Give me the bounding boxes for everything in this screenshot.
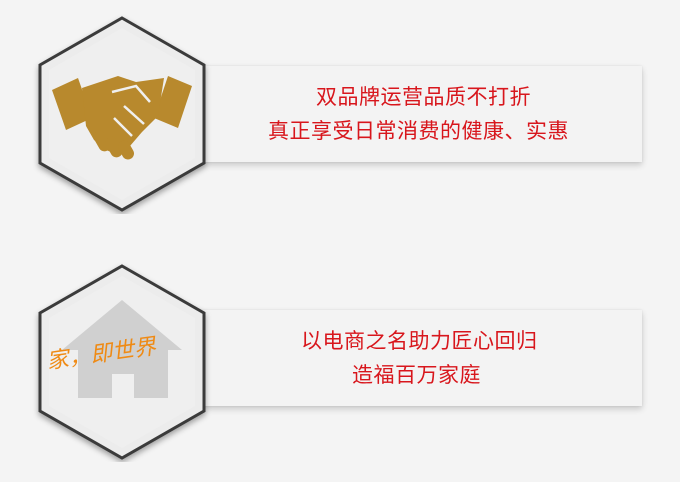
feature-text-line: 造福百万家庭	[352, 363, 481, 387]
feature-text-line: 以电商之名助力匠心回归	[301, 329, 538, 353]
handshake-icon	[38, 16, 206, 212]
feature-card: 双品牌运营品质不打折 真正享受日常消费的健康、实惠	[190, 66, 642, 162]
hexagon-badge	[32, 14, 212, 214]
feature-text-line: 双品牌运营品质不打折	[316, 85, 531, 109]
feature-card: 以电商之名助力匠心回归 造福百万家庭	[190, 310, 642, 406]
feature-row-quality: 双品牌运营品质不打折 真正享受日常消费的健康、实惠	[0, 14, 680, 214]
hexagon-badge: 家，即世界	[32, 262, 212, 462]
feature-text-line: 真正享受日常消费的健康、实惠	[268, 119, 569, 143]
feature-row-ecommerce: 以电商之名助力匠心回归 造福百万家庭 家，即世界	[0, 262, 680, 462]
